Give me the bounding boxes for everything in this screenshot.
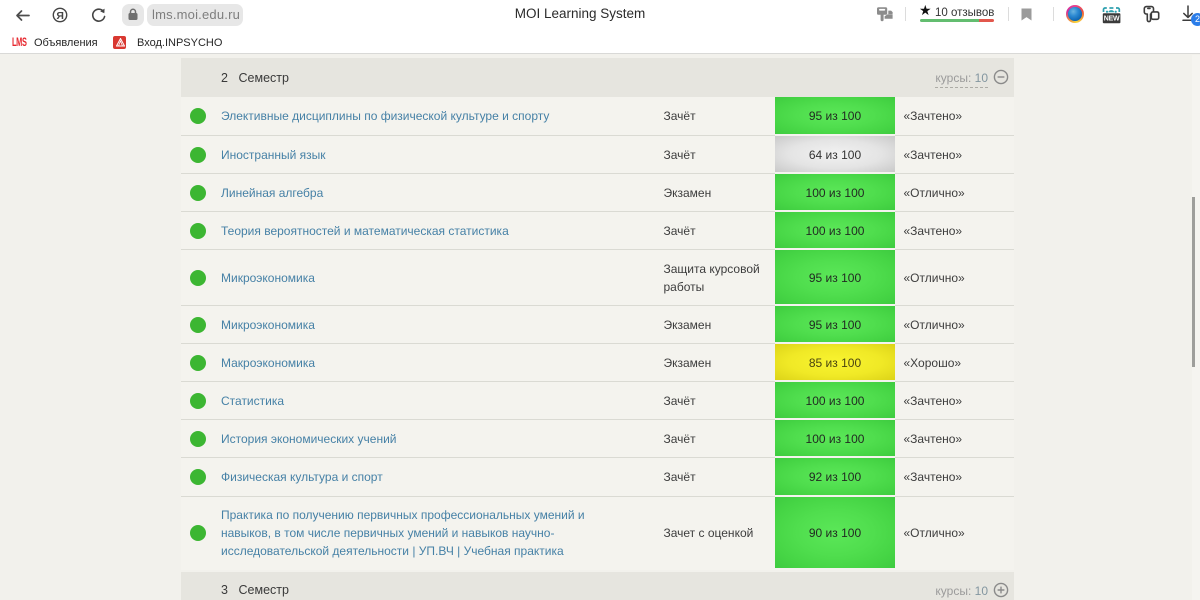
svg-text:NEW: NEW [1104,16,1120,23]
svg-text:Я: Я [56,10,64,22]
